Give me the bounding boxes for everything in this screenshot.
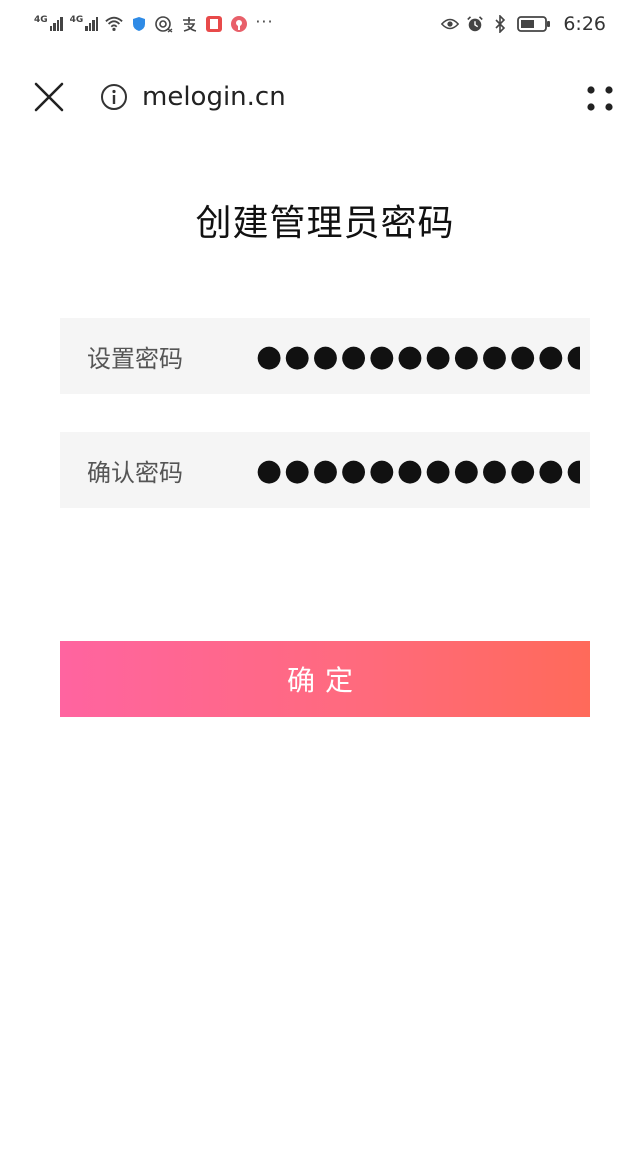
cell-signal-icon-2: 4G [69,15,99,31]
confirm-button[interactable]: 确定 [60,641,590,717]
confirm-password-input[interactable] [250,442,580,498]
close-icon [34,82,64,112]
alipay-icon [180,15,198,33]
set-password-label: 设置密码 [87,344,183,373]
set-password-input[interactable] [250,328,580,384]
confirm-password-label: 确认密码 [87,458,183,487]
info-icon[interactable] [100,83,128,111]
status-bar: 4G 4G ··· 6:26 [0,0,640,48]
set-password-field: 设置密码 [60,318,590,394]
page-title: 创建管理员密码 [195,203,455,244]
close-button[interactable] [32,80,66,114]
network-type-label: 4G [34,15,48,25]
status-right: 6:26 [441,13,606,35]
clock-time: 6:26 [563,13,606,35]
four-dots-icon [587,86,613,111]
browser-toolbar: melogin.cn [0,68,640,126]
confirm-password-field: 确认密码 [60,432,590,508]
more-menu-button[interactable] [584,82,616,114]
book-app-icon [205,15,223,33]
wifi-icon [105,15,124,33]
page-url[interactable]: melogin.cn [142,80,286,114]
eye-icon [441,15,460,33]
alarm-icon [466,15,484,33]
cell-signal-icon: 4G [34,15,63,31]
page: 4G 4G ··· 6:26 melogin.cn 创建管理员密码 设置密码 ●… [0,0,640,1157]
bluetooth-icon [491,15,509,33]
shield-icon [130,15,148,33]
hotspot-icon [155,15,173,33]
network-type-label-2: 4G [69,15,84,25]
status-left: 4G 4G ··· [34,11,274,33]
more-notifications-icon: ··· [255,11,274,31]
podcast-app-icon [230,15,248,33]
battery-icon [516,15,552,33]
